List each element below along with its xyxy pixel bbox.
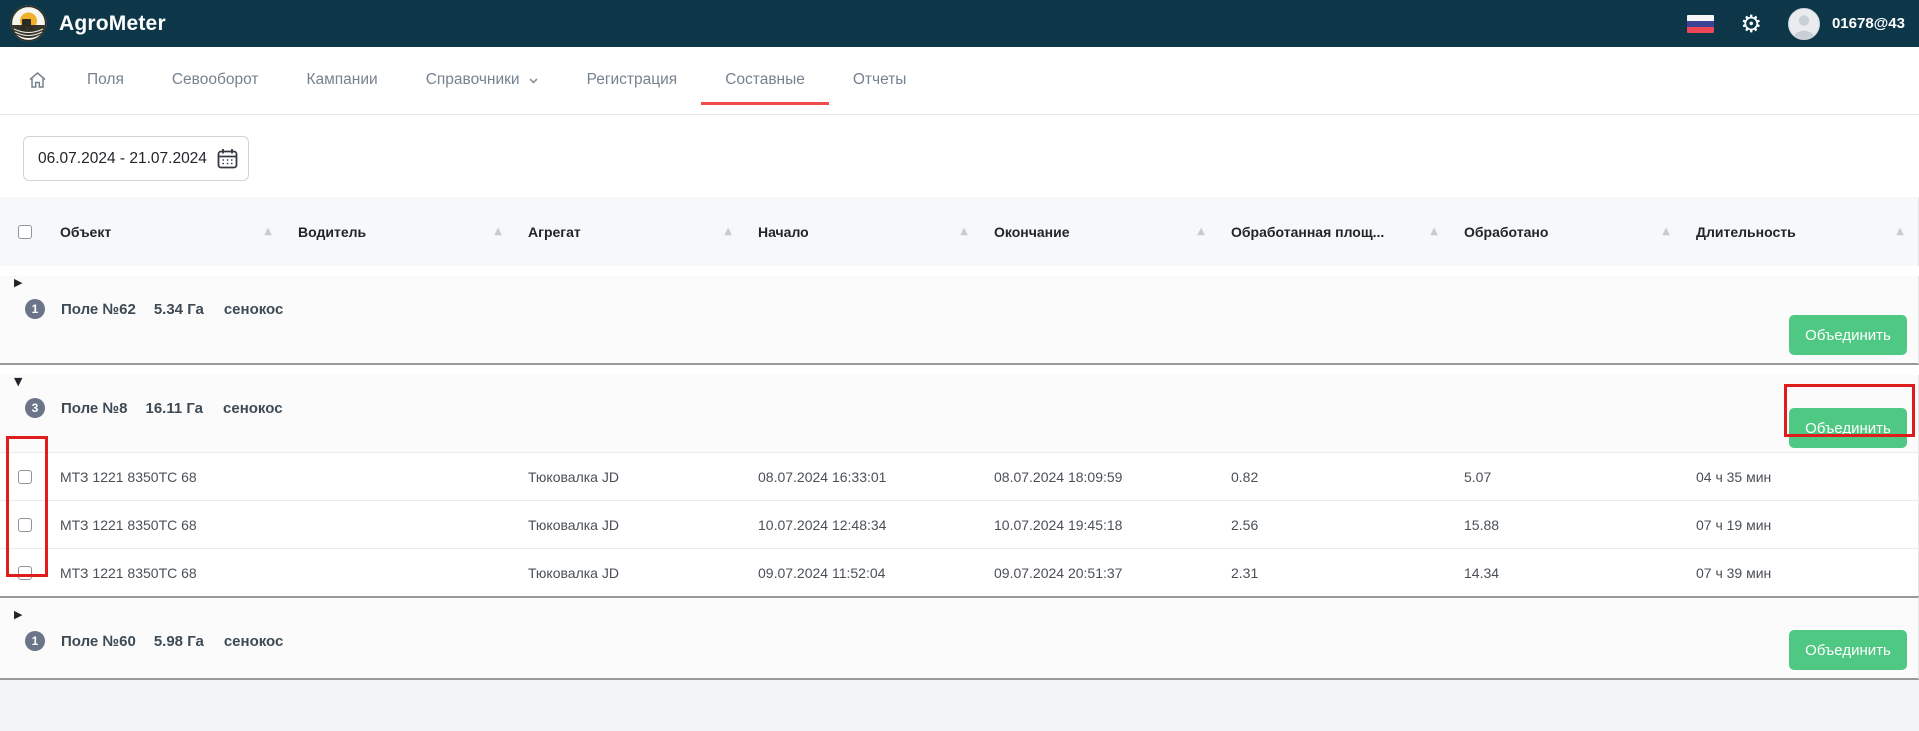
column-header-duration[interactable]: Длительность▲ bbox=[1684, 224, 1918, 240]
cell-object: МТЗ 1221 8350ТС 68 bbox=[48, 469, 286, 485]
field-crop: сенокос bbox=[223, 400, 283, 417]
cell-processed: 14.34 bbox=[1452, 565, 1684, 581]
cell-object: МТЗ 1221 8350ТС 68 bbox=[48, 565, 286, 581]
calendar-icon[interactable] bbox=[216, 147, 239, 170]
count-badge: 1 bbox=[25, 631, 45, 651]
sort-icon: ▲ bbox=[724, 226, 732, 237]
cell-end: 09.07.2024 20:51:37 bbox=[982, 565, 1219, 581]
column-header-driver[interactable]: Водитель▲ bbox=[286, 224, 516, 240]
nav-tab-otchety[interactable]: Отчеты bbox=[829, 61, 931, 105]
select-all-checkbox[interactable] bbox=[18, 225, 32, 239]
group-title: 1 Поле №60 5.98 Га сенокос bbox=[25, 631, 1918, 651]
column-header-start[interactable]: Начало▲ bbox=[746, 224, 982, 240]
cell-object: МТЗ 1221 8350ТС 68 bbox=[48, 517, 286, 533]
field-name: Поле №8 bbox=[61, 400, 127, 417]
user-avatar-icon[interactable] bbox=[1788, 8, 1820, 40]
topbar-right: ⚙ 01678@43 bbox=[1687, 8, 1905, 40]
top-bar: AgroMeter ⚙ 01678@43 bbox=[0, 0, 1919, 47]
work-table: Объект▲ Водитель▲ Агрегат▲ Начало▲ Оконч… bbox=[0, 197, 1919, 680]
main-nav: Поля Севооборот Кампании Справочники Рег… bbox=[0, 47, 1919, 115]
nav-tab-spravochniki[interactable]: Справочники bbox=[402, 61, 563, 105]
page: AgroMeter ⚙ 01678@43 bbox=[0, 0, 1919, 731]
merge-button[interactable]: Объединить bbox=[1789, 315, 1907, 355]
date-range-picker bbox=[23, 136, 249, 181]
row-checkbox[interactable] bbox=[18, 470, 32, 484]
count-badge: 3 bbox=[25, 398, 45, 418]
nav-tab-polya[interactable]: Поля bbox=[63, 61, 148, 105]
app-title: AgroMeter bbox=[59, 12, 166, 36]
agrometer-logo-icon bbox=[10, 5, 47, 42]
field-crop: сенокос bbox=[224, 301, 284, 318]
group-title: 3 Поле №8 16.11 Га сенокос bbox=[25, 398, 1918, 418]
nav-tab-registratsiya[interactable]: Регистрация bbox=[563, 61, 702, 105]
work-row-1: МТЗ 1221 8350ТС 68 Тюковалка JD 08.07.20… bbox=[0, 452, 1919, 500]
field-area: 5.34 Га bbox=[154, 301, 204, 318]
expander-collapsed-icon[interactable]: ▶ bbox=[14, 276, 34, 289]
nav-tab-sevooborot[interactable]: Севооборот bbox=[148, 61, 283, 105]
cell-end: 08.07.2024 18:09:59 bbox=[982, 469, 1219, 485]
nav-home[interactable] bbox=[12, 61, 63, 105]
user-menu[interactable]: 01678@43 bbox=[1788, 8, 1905, 40]
cell-start: 10.07.2024 12:48:34 bbox=[746, 517, 982, 533]
column-header-processed-area[interactable]: Обработанная площ...▲ bbox=[1219, 224, 1452, 240]
expander-collapsed-icon[interactable]: ▶ bbox=[14, 608, 34, 621]
chevron-down-icon bbox=[528, 75, 539, 86]
sort-icon: ▲ bbox=[1197, 226, 1205, 237]
work-row-2: МТЗ 1221 8350ТС 68 Тюковалка JD 10.07.20… bbox=[0, 500, 1919, 548]
count-badge: 1 bbox=[25, 299, 45, 319]
field-group-row-pole-8: ▼ 3 Поле №8 16.11 Га сенокос Объединить bbox=[0, 375, 1919, 452]
home-icon bbox=[28, 71, 47, 89]
work-row-3: МТЗ 1221 8350ТС 68 Тюковалка JD 09.07.20… bbox=[0, 548, 1919, 596]
cell-duration: 07 ч 39 мин bbox=[1684, 565, 1918, 581]
cell-aggregate: Тюковалка JD bbox=[516, 517, 746, 533]
sort-icon: ▲ bbox=[494, 226, 502, 237]
field-group-row-pole-62: ▶ 1 Поле №62 5.34 Га сенокос Объединить bbox=[0, 276, 1919, 365]
field-area: 5.98 Га bbox=[154, 633, 204, 650]
sort-icon: ▲ bbox=[1896, 226, 1904, 237]
merge-button-highlighted[interactable]: Объединить bbox=[1789, 408, 1907, 448]
row-checkbox[interactable] bbox=[18, 518, 32, 532]
column-header-end[interactable]: Окончание▲ bbox=[982, 224, 1219, 240]
cell-start: 09.07.2024 11:52:04 bbox=[746, 565, 982, 581]
column-header-object[interactable]: Объект▲ bbox=[48, 224, 286, 240]
field-name: Поле №62 bbox=[61, 301, 136, 318]
field-group-row-pole-60: ▶ 1 Поле №60 5.98 Га сенокос Объединить bbox=[0, 596, 1919, 680]
table-header-row: Объект▲ Водитель▲ Агрегат▲ Начало▲ Оконч… bbox=[0, 197, 1919, 266]
cell-processed-area: 2.31 bbox=[1219, 565, 1452, 581]
cell-end: 10.07.2024 19:45:18 bbox=[982, 517, 1219, 533]
column-header-processed[interactable]: Обработано▲ bbox=[1452, 224, 1684, 240]
cell-start: 08.07.2024 16:33:01 bbox=[746, 469, 982, 485]
group-title: 1 Поле №62 5.34 Га сенокос bbox=[25, 299, 1918, 319]
expander-expanded-icon[interactable]: ▼ bbox=[14, 375, 34, 388]
filter-bar bbox=[0, 115, 1919, 197]
cell-processed-area: 2.56 bbox=[1219, 517, 1452, 533]
cell-aggregate: Тюковалка JD bbox=[516, 565, 746, 581]
cell-aggregate: Тюковалка JD bbox=[516, 469, 746, 485]
nav-tab-sostavnye-active[interactable]: Составные bbox=[701, 61, 829, 105]
cell-duration: 07 ч 19 мин bbox=[1684, 517, 1918, 533]
cell-processed-area: 0.82 bbox=[1219, 469, 1452, 485]
nav-tab-kampanii[interactable]: Кампании bbox=[282, 61, 401, 105]
cell-duration: 04 ч 35 мин bbox=[1684, 469, 1918, 485]
column-header-aggregate[interactable]: Агрегат▲ bbox=[516, 224, 746, 240]
sort-icon: ▲ bbox=[1430, 226, 1438, 237]
settings-gear-icon[interactable]: ⚙ bbox=[1740, 12, 1762, 36]
page-background bbox=[0, 680, 1919, 731]
sort-icon: ▲ bbox=[1662, 226, 1670, 237]
field-crop: сенокос bbox=[224, 633, 284, 650]
sort-icon: ▲ bbox=[264, 226, 272, 237]
field-area: 16.11 Га bbox=[145, 400, 203, 417]
merge-button[interactable]: Объединить bbox=[1789, 630, 1907, 670]
language-flag-russia-icon[interactable] bbox=[1687, 15, 1714, 33]
field-name: Поле №60 bbox=[61, 633, 136, 650]
cell-processed: 15.88 bbox=[1452, 517, 1684, 533]
cell-processed: 5.07 bbox=[1452, 469, 1684, 485]
username-label[interactable]: 01678@43 bbox=[1832, 15, 1905, 32]
sort-icon: ▲ bbox=[960, 226, 968, 237]
row-checkbox[interactable] bbox=[18, 566, 32, 580]
